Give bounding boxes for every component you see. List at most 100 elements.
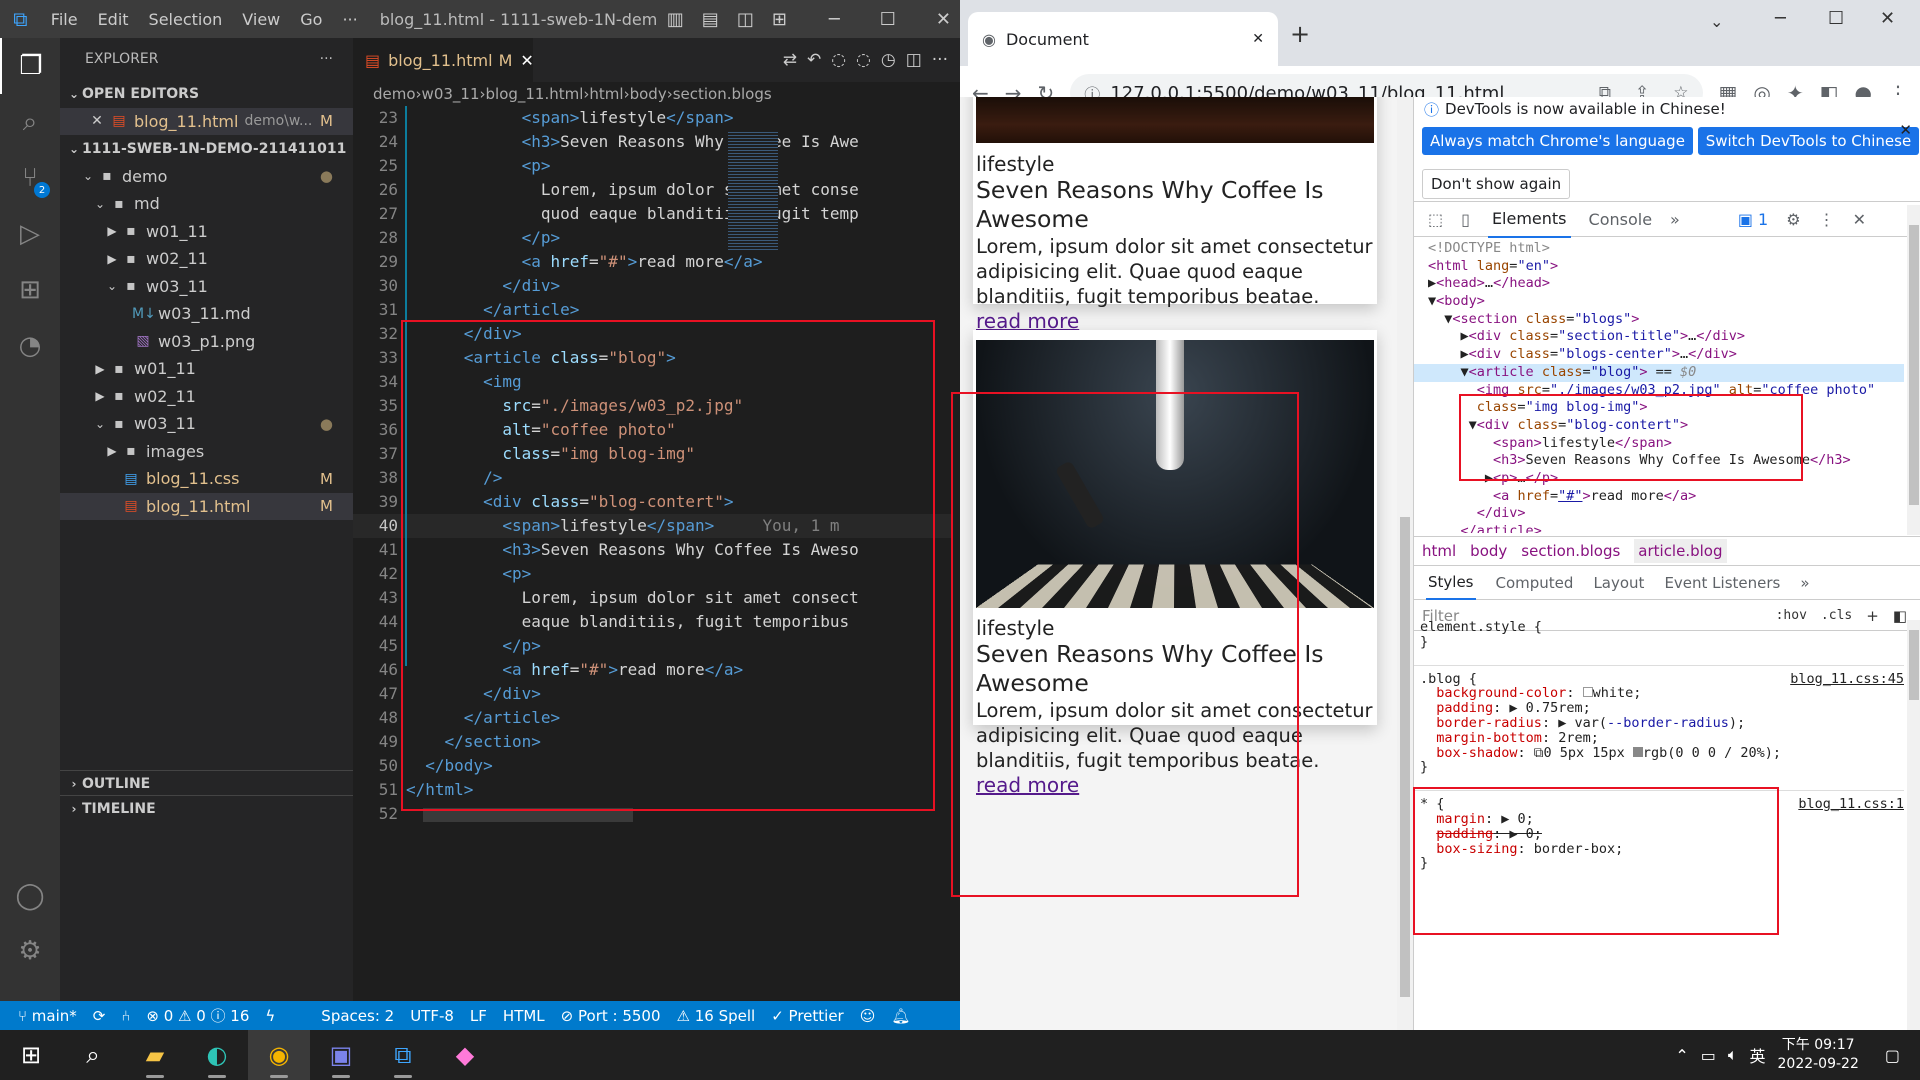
workspace-section[interactable]: ⌄ 1111-SWEB-1N-DEMO-211411011 — [60, 135, 353, 163]
git-graph-icon[interactable]: ◔ — [0, 318, 60, 374]
switch-chinese-button[interactable]: Switch DevTools to Chinese — [1697, 127, 1920, 155]
dom-crumb[interactable]: body — [1470, 542, 1507, 560]
teams-icon[interactable]: ▣ — [310, 1030, 372, 1080]
styles-scrollbar[interactable] — [1907, 620, 1920, 1030]
tab-elements[interactable]: Elements — [1487, 201, 1571, 238]
code-line[interactable]: 27 quod eaque blanditiis, fugit temp — [353, 202, 953, 226]
dom-node[interactable]: ▼<section class="blogs"> — [1414, 311, 1904, 329]
styles-subtab[interactable]: Computed — [1496, 574, 1574, 592]
feedback-icon[interactable]: ☺ — [860, 1007, 876, 1025]
open-editors-section[interactable]: ⌄ OPEN EDITORS — [60, 80, 353, 108]
code-line[interactable]: 50 </body> — [353, 754, 953, 778]
open-editor-item[interactable]: ✕ ▤ blog_11.html demo\w... M — [60, 107, 353, 135]
notifications-icon[interactable]: 🔔︎ — [891, 1007, 910, 1025]
menu-go[interactable]: Go — [290, 10, 332, 29]
devtools-menu-icon[interactable]: ⋮ — [1819, 210, 1835, 229]
customize-layout-icon[interactable]: ⊞ — [763, 9, 796, 30]
go-back-icon[interactable]: ↶ — [807, 50, 821, 70]
next-change-icon[interactable]: ◌ — [856, 50, 871, 70]
tree-item[interactable]: ▶ ▪ images — [60, 438, 353, 466]
tree-item[interactable]: M↓ w03_11.md — [60, 300, 353, 328]
taskbar-search-icon[interactable]: ⌕ — [62, 1030, 124, 1080]
breadcrumb-item[interactable]: blog_11.html — [486, 85, 584, 103]
code-line[interactable]: 40 <span>lifestyle</span> You, 1 m — [353, 514, 953, 538]
volume-icon[interactable]: 🔈︎ — [1728, 1045, 1738, 1065]
tray-chevron-icon[interactable]: ⌃ — [1675, 1046, 1688, 1065]
css-rule-line[interactable]: padding: ▶ 0; — [1414, 826, 1904, 842]
styles-subtab[interactable]: Layout — [1593, 574, 1644, 592]
dom-crumb[interactable]: section.blogs — [1521, 542, 1620, 560]
source-control-icon[interactable]: ⑂ 2 — [0, 150, 60, 206]
css-rule-line[interactable]: margin: ▶ 0; — [1414, 812, 1904, 827]
timeline-icon[interactable]: ◷ — [881, 50, 896, 70]
clock[interactable]: 下午 09:17 2022-09-22 — [1778, 1036, 1859, 1074]
settings-gear-icon[interactable]: ⚙ — [0, 923, 60, 979]
code-line[interactable]: 33 <article class="blog"> — [353, 346, 953, 370]
css-rule-line[interactable]: background-color: white; — [1414, 686, 1904, 701]
account-icon[interactable]: ◯ — [0, 868, 60, 924]
css-rule-line[interactable]: border-radius: ▶ var(--border-radius); — [1414, 716, 1904, 731]
edge-icon[interactable]: ◐ — [186, 1030, 248, 1080]
page-scrollbar[interactable] — [1397, 97, 1413, 1030]
editor-more-icon[interactable]: ··· — [932, 50, 948, 70]
more-subtabs-icon[interactable]: » — [1800, 574, 1809, 592]
dom-node-selected[interactable]: ▼<article class="blog"> == $0 — [1414, 363, 1904, 382]
css-rule-line[interactable]: margin-bottom: 2rem; — [1414, 730, 1904, 746]
problems-status[interactable]: ⊗ 0 ⚠ 0 ⓘ 16 — [146, 1005, 249, 1026]
minimap[interactable] — [728, 130, 778, 250]
new-tab-button[interactable]: + — [1290, 20, 1310, 48]
sync-icon[interactable]: ⟳ — [93, 1007, 106, 1025]
lightning-icon[interactable]: ϟ — [265, 1007, 275, 1025]
dom-node[interactable]: ▶<p>…</p> — [1414, 470, 1904, 488]
tab-console[interactable]: Console — [1589, 210, 1653, 229]
dom-node[interactable]: ▶<head>…</head> — [1414, 275, 1904, 293]
tree-item[interactable]: ⌄ ▪ w03_11 ● — [60, 410, 353, 438]
language-status[interactable]: HTML — [503, 1007, 545, 1025]
dom-crumb[interactable]: html — [1422, 542, 1456, 560]
breadcrumb-item[interactable]: w03_11 — [422, 85, 480, 103]
code-line[interactable]: 28 </p> — [353, 226, 953, 250]
css-rule-line[interactable]: padding: ▶ 0.75rem; — [1414, 701, 1904, 716]
match-language-button[interactable]: Always match Chrome's language — [1422, 127, 1693, 155]
browser-tab[interactable]: ◉ Document ✕ — [968, 12, 1278, 66]
css-rule-line[interactable]: box-sizing: border-box; — [1414, 841, 1904, 857]
run-debug-icon[interactable]: ▷ — [0, 206, 60, 262]
code-line[interactable]: 43 Lorem, ipsum dolor sit amet consect — [353, 586, 953, 610]
notification-center-icon[interactable]: ▢ — [1885, 1046, 1900, 1065]
paint-app-icon[interactable]: ◆ — [434, 1030, 496, 1080]
vscode-taskbar-icon[interactable]: ⧉ — [372, 1030, 434, 1080]
compare-icon[interactable]: ⇄ — [783, 50, 797, 70]
network-icon[interactable]: ▭ — [1701, 1046, 1716, 1065]
tree-item[interactable]: ▶ ▪ w02_11 — [60, 245, 353, 273]
code-line[interactable]: 31 </article> — [353, 298, 953, 322]
banner-close-icon[interactable]: ✕ — [1899, 121, 1912, 139]
tab-search-icon[interactable]: ⌄ — [1710, 12, 1723, 31]
tree-item[interactable]: ▤ blog_11.html M — [60, 492, 353, 520]
timeline-section[interactable]: › TIMELINE — [60, 795, 353, 823]
ime-icon[interactable]: 英 — [1749, 1043, 1765, 1067]
styles-subtab[interactable]: Event Listeners — [1664, 574, 1780, 592]
tree-item[interactable]: ▶ ▪ w02_11 — [60, 383, 353, 411]
extensions-icon[interactable]: ⊞ — [0, 262, 60, 318]
css-rule-line[interactable]: box-shadow: ⧉0 5px 15px rgb(0 0 0 / 20%)… — [1414, 745, 1904, 761]
split-editor-icon[interactable]: ◫ — [906, 50, 922, 70]
tree-item[interactable]: ▶ ▪ w01_11 — [60, 355, 353, 383]
close-icon[interactable]: ✕ — [86, 113, 108, 129]
code-editor[interactable]: 23 <span>lifestyle</span> 24 <h3>Seven Re… — [353, 106, 953, 1001]
dom-node[interactable]: <span>lifestyle</span> — [1414, 435, 1904, 453]
code-line[interactable]: 47 </div> — [353, 682, 953, 706]
breadcrumb-item[interactable]: demo — [373, 85, 416, 103]
dom-node[interactable]: ▼<body> — [1414, 293, 1904, 311]
dom-node[interactable]: </div> — [1414, 505, 1904, 523]
tab-blog-html[interactable]: ▤ blog_11.html M ✕ — [353, 38, 534, 82]
code-line[interactable]: 32 </div> — [353, 322, 953, 346]
start-windows-icon[interactable]: ⊞ — [0, 1030, 62, 1080]
minimize-button[interactable]: ─ — [820, 9, 849, 30]
tree-item[interactable]: ▧ w03_p1.png — [60, 328, 353, 356]
spell-status[interactable]: ⚠ 16 Spell — [677, 1007, 756, 1025]
prettier-status[interactable]: ✓ Prettier — [771, 1007, 844, 1025]
tree-item[interactable]: ⌄ ▪ demo ● — [60, 163, 353, 191]
search-icon[interactable]: ⌕ — [0, 94, 60, 150]
dom-node[interactable]: <h3>Seven Reasons Why Coffee Is Awesome<… — [1414, 452, 1904, 470]
tree-item[interactable]: ▶ ▪ w01_11 — [60, 218, 353, 246]
